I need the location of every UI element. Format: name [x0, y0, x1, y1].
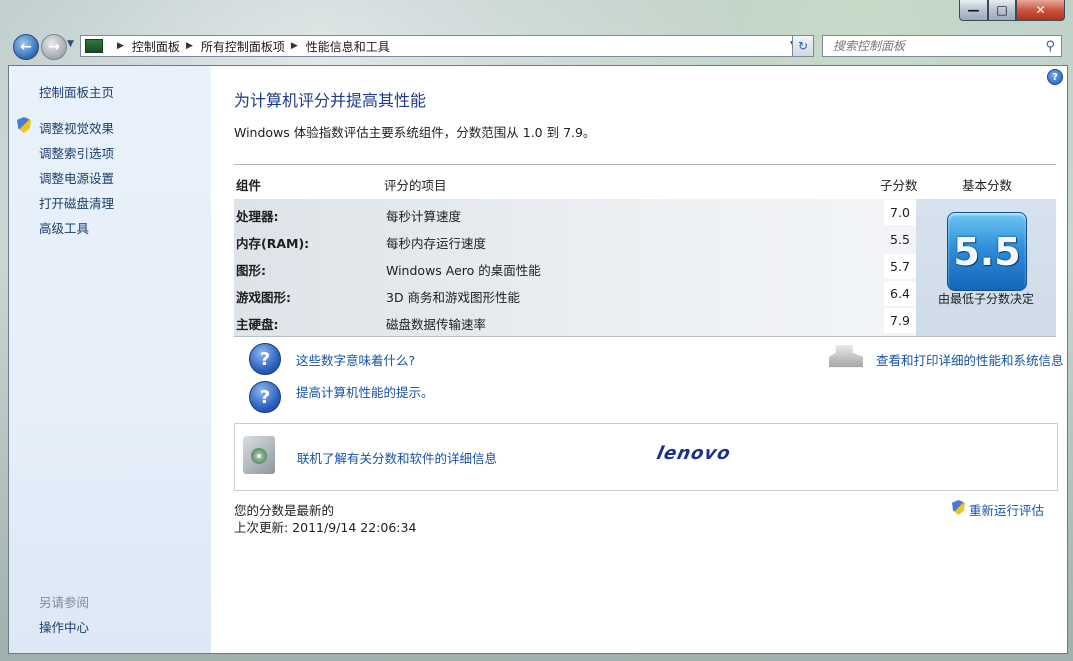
rated-item: 每秒内存运行速度 — [386, 236, 487, 251]
performance-tips-link[interactable]: 提高计算机性能的提示。 — [296, 382, 434, 401]
component-name: 游戏图形: — [236, 290, 291, 305]
table-row: 图形: Windows Aero 的桌面性能 5.7 — [234, 253, 916, 280]
rated-item: 每秒计算速度 — [386, 209, 462, 224]
question-icon: ? — [249, 343, 281, 375]
content-area: 控制面板主页 调整视觉效果 调整索引选项 调整电源设置 打开磁盘清理 高级工具 … — [8, 65, 1068, 654]
table-row: 游戏图形: 3D 商务和游戏图形性能 6.4 — [234, 280, 916, 307]
table-header: 组件 评分的项目 子分数 基本分数 — [234, 165, 1056, 199]
sidebar-item-visual-effects[interactable]: 调整视觉效果 — [39, 118, 114, 137]
rated-item: 3D 商务和游戏图形性能 — [386, 290, 521, 305]
address-bar[interactable]: ▶ 控制面板 ▶ 所有控制面板项 ▶ 性能信息和工具 ▼ — [80, 35, 804, 57]
software-box-icon — [243, 436, 275, 474]
page-title: 为计算机评分并提高其性能 — [234, 91, 427, 110]
breadcrumb-all-items[interactable]: 所有控制面板项 — [201, 38, 285, 55]
online-info-box: 联机了解有关分数和软件的详细信息 lenovo — [234, 423, 1058, 491]
table-row: 主硬盘: 磁盘数据传输速率 7.9 — [234, 307, 916, 334]
subscore: 5.7 — [884, 254, 916, 279]
maximize-button[interactable]: □ — [988, 0, 1016, 21]
sidebar: 控制面板主页 调整视觉效果 调整索引选项 调整电源设置 打开磁盘清理 高级工具 … — [9, 66, 211, 653]
last-update: 上次更新: 2011/9/14 22:06:34 — [234, 520, 417, 535]
navigation-bar: ← → ▼ ▶ 控制面板 ▶ 所有控制面板项 ▶ 性能信息和工具 ▼ ↻ ⚲ — [10, 30, 1063, 62]
online-info-link[interactable]: 联机了解有关分数和软件的详细信息 — [297, 448, 497, 467]
forward-arrow-icon: → — [48, 39, 60, 55]
rerun-label: 重新运行评估 — [969, 503, 1045, 518]
sidebar-item-home[interactable]: 控制面板主页 — [39, 82, 114, 101]
sidebar-item-indexing[interactable]: 调整索引选项 — [39, 143, 114, 162]
recent-pages-dropdown-icon[interactable]: ▼ — [67, 39, 74, 49]
minimize-button[interactable]: — — [959, 0, 988, 21]
back-arrow-icon: ← — [20, 39, 32, 55]
back-button[interactable]: ← — [13, 34, 39, 60]
what-numbers-link[interactable]: 这些数字意味着什么? — [296, 350, 415, 369]
refresh-button[interactable]: ↻ — [792, 35, 814, 57]
header-rated-item: 评分的项目 — [384, 178, 447, 193]
table-row: 内存(RAM): 每秒内存运行速度 5.5 — [234, 226, 916, 253]
sidebar-item-advanced-tools[interactable]: 高级工具 — [39, 218, 89, 237]
header-subscore: 子分数 — [880, 178, 918, 193]
uac-shield-icon — [17, 117, 31, 133]
subscore: 7.9 — [884, 308, 916, 333]
sidebar-item-action-center[interactable]: 操作中心 — [39, 617, 89, 636]
score-table: 组件 评分的项目 子分数 基本分数 处理器: 每秒计算速度 7.0 内存(RAM… — [234, 164, 1056, 337]
base-score-badge: 5.5 — [947, 212, 1027, 291]
subscore: 7.0 — [884, 200, 916, 225]
component-name: 图形: — [236, 263, 266, 278]
score-rows: 处理器: 每秒计算速度 7.0 内存(RAM): 每秒内存运行速度 5.5 图形… — [234, 199, 1056, 337]
search-icon[interactable]: ⚲ — [1045, 39, 1055, 54]
table-row: 处理器: 每秒计算速度 7.0 — [234, 199, 916, 226]
forward-button[interactable]: → — [41, 34, 67, 60]
see-also-heading: 另请参阅 — [39, 595, 90, 610]
chevron-right-icon[interactable]: ▶ — [117, 41, 124, 51]
base-score-panel: 5.5 由最低子分数决定 — [916, 199, 1056, 336]
lenovo-logo: lenovo — [654, 443, 733, 464]
caption-buttons: — □ ✕ — [959, 0, 1065, 21]
printer-icon — [829, 345, 863, 368]
page-description: Windows 体验指数评估主要系统组件，分数范围从 1.0 到 7.9。 — [234, 125, 596, 140]
base-score-caption: 由最低子分数决定 — [937, 292, 1034, 306]
uac-shield-icon — [952, 500, 965, 515]
subscore: 6.4 — [884, 281, 916, 306]
question-icon: ? — [249, 381, 281, 413]
print-details-link[interactable]: 查看和打印详细的性能和系统信息 — [876, 350, 1064, 369]
rated-item: Windows Aero 的桌面性能 — [386, 263, 541, 278]
control-panel-icon — [85, 39, 103, 53]
breadcrumb-control-panel[interactable]: 控制面板 — [132, 38, 180, 55]
rerun-assessment-link[interactable]: 重新运行评估 — [952, 500, 1045, 519]
chevron-right-icon[interactable]: ▶ — [291, 41, 298, 51]
search-input[interactable] — [831, 38, 1045, 54]
component-name: 处理器: — [236, 209, 279, 224]
refresh-icon: ↻ — [797, 39, 809, 53]
close-button[interactable]: ✕ — [1016, 0, 1065, 21]
chevron-right-icon[interactable]: ▶ — [186, 41, 193, 51]
sidebar-item-disk-cleanup[interactable]: 打开磁盘清理 — [39, 193, 114, 212]
subscore: 5.5 — [890, 232, 910, 247]
breadcrumb-performance[interactable]: 性能信息和工具 — [306, 38, 390, 55]
header-base-score: 基本分数 — [962, 178, 1013, 193]
sidebar-item-power[interactable]: 调整电源设置 — [39, 168, 114, 187]
component-name: 内存(RAM): — [236, 236, 310, 251]
rated-item: 磁盘数据传输速率 — [386, 317, 487, 332]
component-name: 主硬盘: — [236, 317, 279, 332]
search-box[interactable]: ⚲ — [822, 35, 1062, 57]
main-panel: ? 为计算机评分并提高其性能 Windows 体验指数评估主要系统组件，分数范围… — [211, 66, 1067, 653]
header-component: 组件 — [236, 178, 262, 193]
help-icon[interactable]: ? — [1047, 69, 1063, 85]
